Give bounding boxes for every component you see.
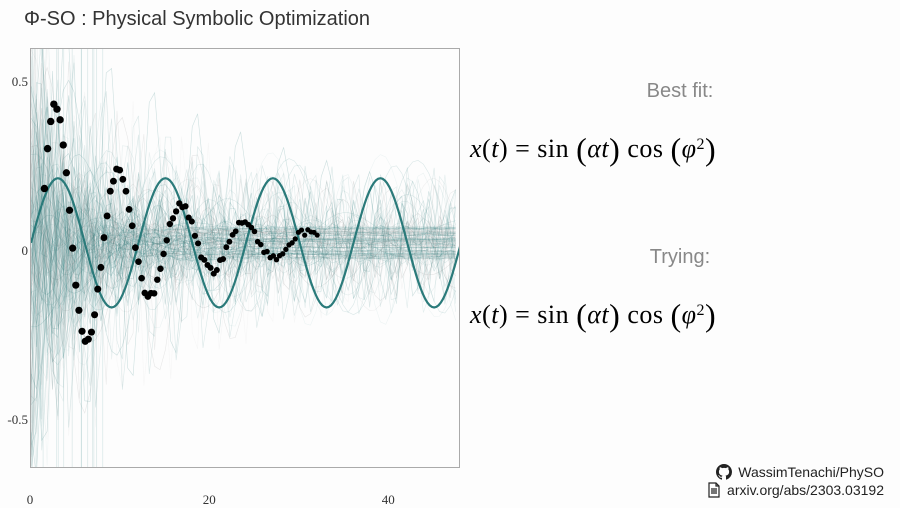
trying-formula: x(t) = sin (αt) cos (φ2)	[470, 297, 890, 334]
best-fit-formula: x(t) = sin (αt) cos (φ2)	[470, 131, 890, 168]
plot-area	[30, 48, 460, 468]
right-panel: Best fit: x(t) = sin (αt) cos (φ2) Tryin…	[470, 48, 890, 468]
chart-container: 0.5 0 -0.5 0 20 40	[30, 48, 460, 488]
document-icon	[707, 482, 721, 498]
github-link[interactable]: WassimTenachi/PhySO	[707, 464, 884, 480]
trying-label: Trying:	[470, 246, 890, 269]
arxiv-text: arxiv.org/abs/2303.03192	[727, 482, 884, 498]
github-text: WassimTenachi/PhySO	[738, 464, 884, 480]
footer: WassimTenachi/PhySO arxiv.org/abs/2303.0…	[707, 462, 884, 498]
arxiv-link[interactable]: arxiv.org/abs/2303.03192	[707, 482, 884, 498]
page-title: Φ-SO : Physical Symbolic Optimization	[24, 8, 370, 31]
candidate-curves	[31, 49, 456, 468]
y-tick: 0.5	[0, 74, 28, 90]
y-tick: -0.5	[0, 412, 28, 428]
best-fit-label: Best fit:	[470, 80, 890, 103]
github-icon	[716, 464, 732, 480]
y-tick: 0	[0, 243, 28, 259]
